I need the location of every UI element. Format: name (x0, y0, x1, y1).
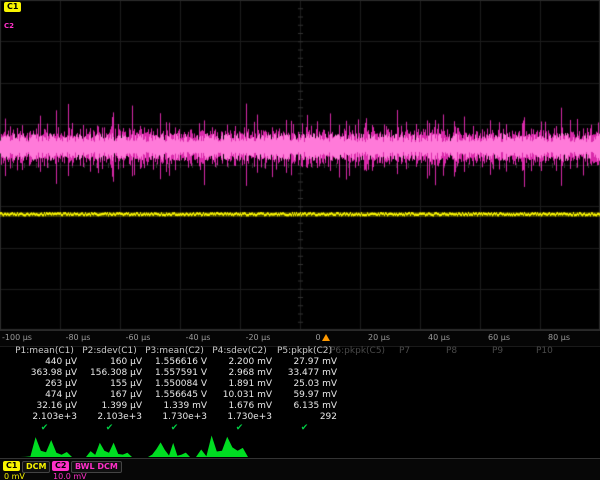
parameter-header[interactable]: P2:sdev(C1) (77, 346, 142, 356)
measure-status-check-icon: ✔ (272, 423, 337, 433)
axis-tick-label: 80 µs (548, 333, 570, 342)
measure-value: 440 µV (12, 357, 77, 367)
measurement-table: P1:mean(C1)P2:sdev(C1)P3:mean(C2)P4:sdev… (0, 346, 600, 434)
measure-status-check-icon: ✔ (12, 423, 77, 433)
measure-value: 156.308 µV (77, 368, 142, 378)
measure-value: 1.730e+3 (142, 412, 207, 422)
measure-value: 2.968 mV (207, 368, 272, 378)
measure-value: 363.98 µV (12, 368, 77, 378)
measure-value: 27.97 mV (272, 357, 337, 367)
measure-value: 1.557591 V (142, 368, 207, 378)
axis-tick-label: 60 µs (488, 333, 510, 342)
channel1-annunciator[interactable]: C1 (4, 2, 21, 12)
parameter-header-unused[interactable]: P6:pkpk(C5) (330, 346, 385, 356)
axis-tick-label: -40 µs (186, 333, 211, 342)
parameter-header-unused[interactable]: P7 (399, 346, 410, 356)
measure-value: 1.730e+3 (207, 412, 272, 422)
channel1-descriptor[interactable]: C1 (3, 461, 20, 471)
parameter-header-unused[interactable]: P9 (492, 346, 503, 356)
trace-annunciators: C1 C2 (4, 2, 21, 30)
measure-value: 1.550084 V (142, 379, 207, 389)
measure-value: 155 µV (77, 379, 142, 389)
channel1-scale: 0 mV (4, 472, 25, 480)
histicons (0, 433, 600, 457)
axis-tick-label: 20 µs (368, 333, 390, 342)
measure-value: 263 µV (12, 379, 77, 389)
measure-value: 32.16 µV (12, 401, 77, 411)
channel2-annunciator[interactable]: C2 (4, 22, 21, 30)
parameter-header-unused[interactable]: P10 (536, 346, 553, 356)
axis-tick-label: -60 µs (126, 333, 151, 342)
axis-tick-label: 0 (315, 333, 320, 342)
timebase-axis: -100 µs -80 µs -60 µs -40 µs -20 µs 0 20 µs 40 … (0, 330, 600, 347)
status-bar: C1 DCM 0 mV C2 BWL DCM 10.0 mV + HD Tbas… (0, 458, 600, 480)
measure-value: 1.339 mV (142, 401, 207, 411)
axis-tick-label: -100 µs (2, 333, 32, 342)
parameter-header[interactable]: P5:pkpk(C2) (272, 346, 337, 356)
measure-value: 1.399 µV (77, 401, 142, 411)
measure-value: 59.97 mV (272, 390, 337, 400)
measure-value: 1.891 mV (207, 379, 272, 389)
waveform-display[interactable] (0, 0, 600, 330)
axis-tick-label: -80 µs (66, 333, 91, 342)
histicon-graph (20, 437, 72, 457)
channel1-coupling-badge[interactable]: DCM (22, 461, 50, 473)
measure-value: 2.103e+3 (77, 412, 142, 422)
measure-value: 1.556616 V (142, 357, 207, 367)
channel2-scale: 10.0 mV (53, 472, 87, 480)
measure-value: 1.556645 V (142, 390, 207, 400)
measure-value: 2.200 mV (207, 357, 272, 367)
parameter-header-unused[interactable]: P8 (446, 346, 457, 356)
measure-status-check-icon: ✔ (207, 423, 272, 433)
measure-value: 292 (272, 412, 337, 422)
parameter-header[interactable]: P4:sdev(C2) (207, 346, 272, 356)
measure-value: 25.03 mV (272, 379, 337, 389)
measure-value: 474 µV (12, 390, 77, 400)
measure-status-check-icon: ✔ (142, 423, 207, 433)
channel2-descriptor[interactable]: C2 (52, 461, 69, 471)
histicon-graph (196, 435, 248, 457)
measure-value: 33.477 mV (272, 368, 337, 378)
trigger-position-icon[interactable] (322, 334, 330, 341)
histicon-graph (148, 439, 190, 457)
parameter-header[interactable]: P3:mean(C2) (142, 346, 207, 356)
axis-tick-label: -20 µs (246, 333, 271, 342)
parameter-header[interactable]: P1:mean(C1) (12, 346, 77, 356)
measure-value: 167 µV (77, 390, 142, 400)
measure-value: 10.031 mV (207, 390, 272, 400)
axis-tick-label: 40 µs (428, 333, 450, 342)
histicon-graph (86, 439, 132, 457)
oscilloscope-screen: C1 C2 -100 µs -80 µs -60 µs -40 µs -20 µs 0 20… (0, 0, 600, 480)
measure-value: 160 µV (77, 357, 142, 367)
measure-value: 6.135 mV (272, 401, 337, 411)
measure-value: 2.103e+3 (12, 412, 77, 422)
measure-value: 1.676 mV (207, 401, 272, 411)
measure-status-check-icon: ✔ (77, 423, 142, 433)
